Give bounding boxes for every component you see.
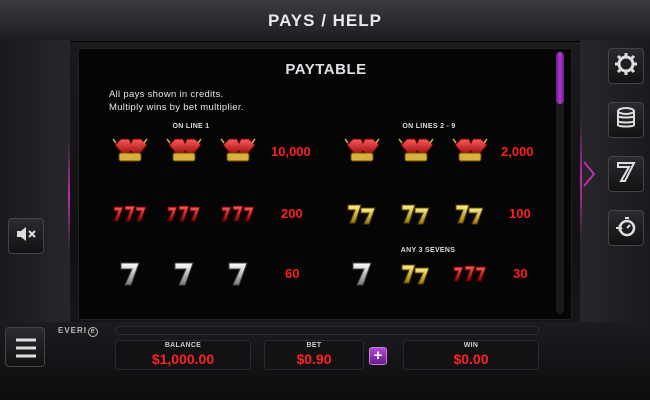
paytable-scrollbar[interactable] — [556, 52, 564, 314]
double-ruby-icon — [343, 133, 381, 167]
group-label-any-3-sevens: ANY 3 SEVENS — [400, 247, 456, 254]
payout-value: 10,000 — [271, 144, 311, 159]
paytable-button[interactable] — [608, 156, 644, 192]
paytable-panel: PAYTABLE All pays shown in credits. Mult… — [78, 48, 572, 320]
double-gold-seven-icon — [343, 197, 381, 231]
silver-seven-icon — [165, 257, 203, 291]
replay-timer-icon — [613, 213, 639, 244]
seven-paytable-icon — [613, 159, 639, 190]
brand-logo: EVERI e — [58, 326, 99, 337]
win-value: $0.00 — [453, 351, 489, 367]
bet-button[interactable] — [608, 102, 644, 138]
double-ruby-icon — [451, 133, 489, 167]
payout-value: 60 — [285, 266, 300, 281]
header-bar: PAYS / HELP — [0, 0, 650, 42]
autoplay-button[interactable] — [608, 210, 644, 246]
mute-button[interactable] — [8, 218, 44, 254]
double-ruby-icon — [219, 133, 257, 167]
mute-icon — [13, 221, 39, 252]
win-label: WIN — [463, 342, 479, 349]
game-screen: PAYS / HELP PAYTABLE All pays shown in c… — [0, 0, 650, 400]
triple-red-seven-icon — [165, 197, 203, 231]
bet-value: $0.90 — [296, 351, 332, 367]
status-bar — [115, 326, 539, 335]
payout-value: 200 — [281, 206, 303, 221]
scrollbar-thumb[interactable] — [556, 52, 564, 104]
bet-display: BET $0.90 — [264, 340, 364, 370]
double-gold-seven-icon — [397, 257, 435, 291]
payout-value: 30 — [513, 266, 528, 281]
triple-red-seven-icon — [451, 257, 489, 291]
silver-seven-icon — [343, 257, 381, 291]
triple-red-seven-icon — [111, 197, 149, 231]
payout-value: 100 — [509, 206, 531, 221]
coin-stack-icon — [613, 105, 639, 136]
paytable-note: All pays shown in credits. — [109, 89, 224, 100]
payout-value: 2,000 — [501, 144, 534, 159]
left-accent-line — [68, 140, 70, 250]
increase-bet-button[interactable]: + — [369, 347, 387, 365]
silver-seven-icon — [111, 257, 149, 291]
balance-value: $1,000.00 — [151, 351, 215, 367]
menu-button[interactable] — [5, 327, 45, 367]
triple-red-seven-icon — [219, 197, 257, 231]
group-label-on-lines-2-9: ON LINES 2 - 9 — [402, 123, 456, 130]
double-gold-seven-icon — [397, 197, 435, 231]
double-ruby-icon — [111, 133, 149, 167]
gear-icon — [613, 51, 639, 82]
double-ruby-icon — [397, 133, 435, 167]
double-gold-seven-icon — [451, 197, 489, 231]
page-title: PAYS / HELP — [268, 11, 382, 30]
paytable-title: PAYTABLE — [285, 61, 367, 78]
hamburger-icon — [16, 338, 36, 358]
settings-button[interactable] — [608, 48, 644, 84]
balance-label: BALANCE — [164, 342, 202, 349]
left-side-column — [0, 40, 70, 330]
win-display: WIN $0.00 — [403, 340, 539, 370]
paytable-note: Multiply wins by bet multiplier. — [109, 102, 244, 113]
chevron-right-icon — [583, 161, 596, 187]
double-ruby-icon — [165, 133, 203, 167]
balance-display: BALANCE $1,000.00 — [115, 340, 251, 370]
group-label-on-line-1: ON LINE 1 — [172, 123, 210, 130]
silver-seven-icon — [219, 257, 257, 291]
bet-label: BET — [306, 342, 322, 349]
